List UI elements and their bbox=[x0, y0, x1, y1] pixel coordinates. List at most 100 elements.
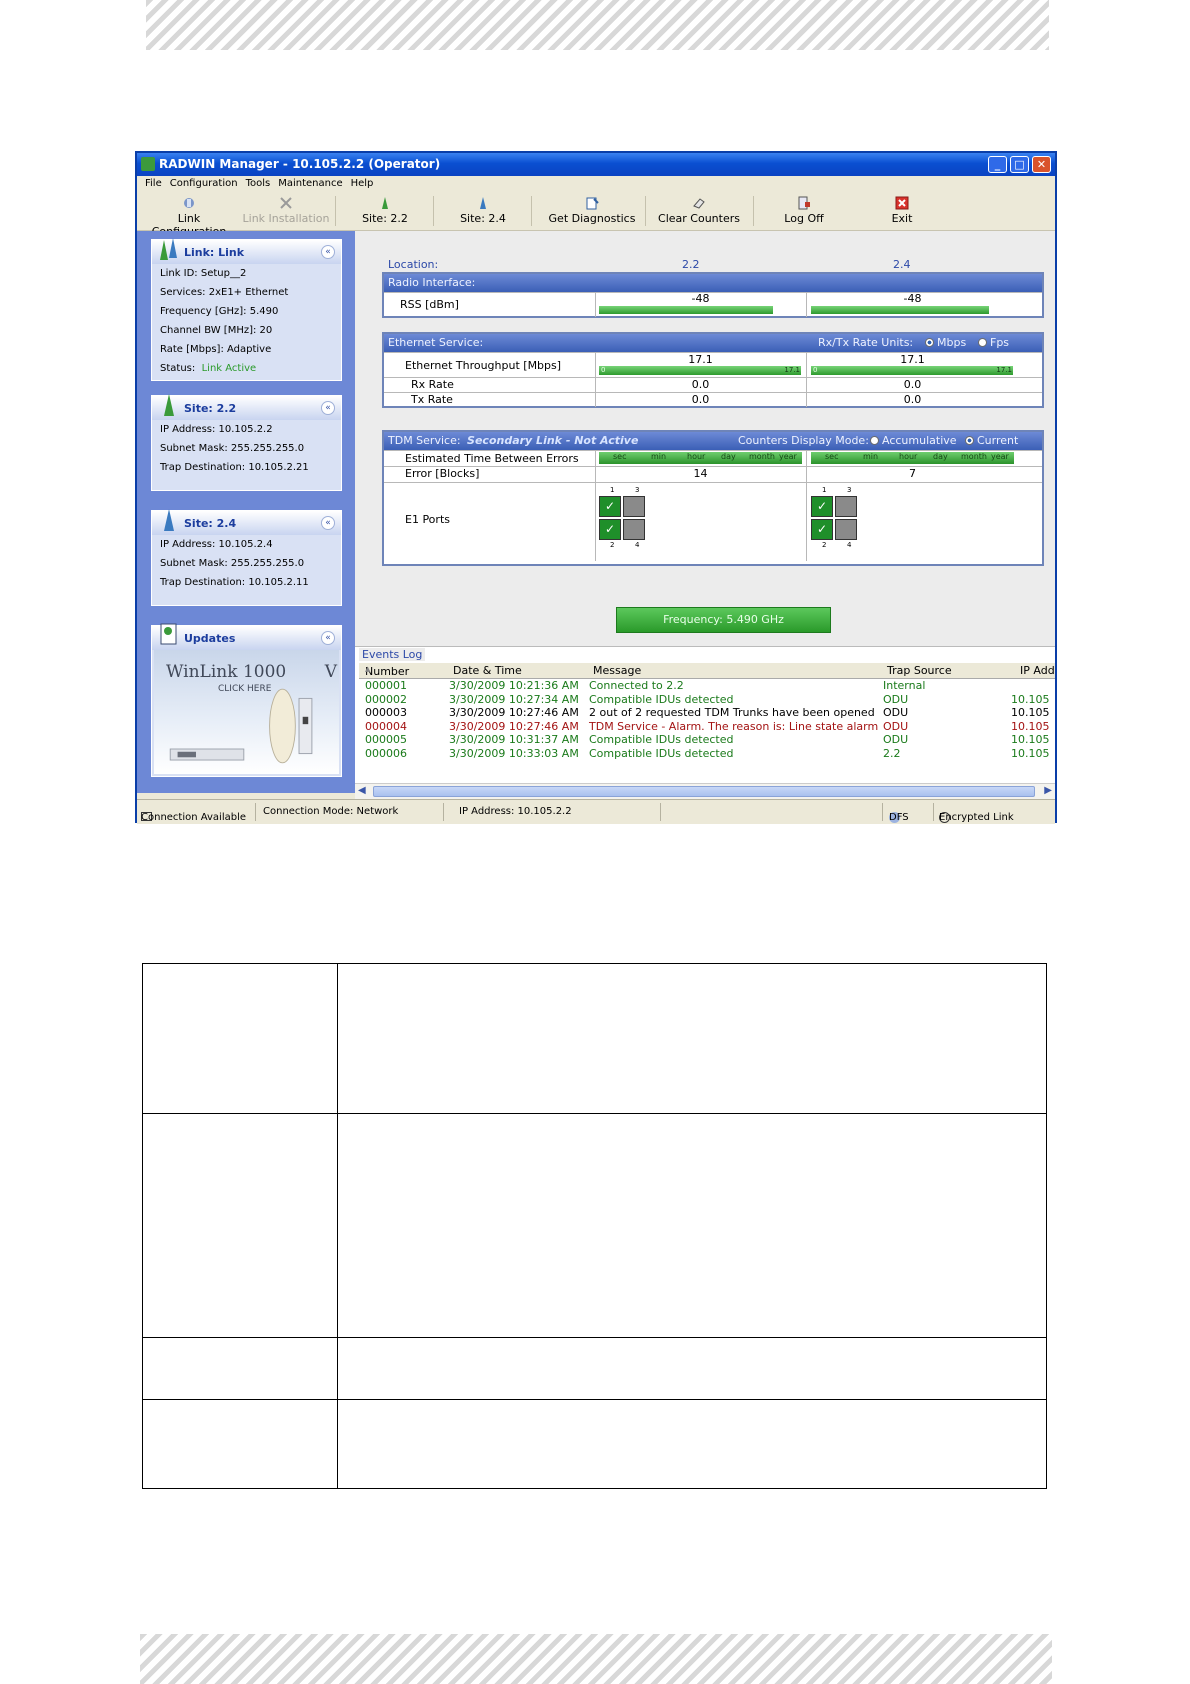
radio-equipment-image bbox=[169, 688, 313, 764]
accumulative-radio-dot bbox=[870, 436, 879, 445]
site-antenna-icon bbox=[480, 197, 486, 209]
e1-ports-site-b: 1 3 ✓ ✓ 2 4 bbox=[807, 483, 1018, 561]
site-2-4-button[interactable]: Site: 2.4 bbox=[435, 192, 531, 230]
site-2-2-trap-row: Trap Destination: 10.105.2.21 bbox=[160, 462, 309, 473]
column-date-time[interactable]: Date & Time bbox=[453, 664, 522, 677]
event-row[interactable]: 000002 3/30/2009 10:27:34 AM Compatible ID… bbox=[359, 693, 1055, 706]
event-source: 2.2 bbox=[883, 746, 901, 760]
throughput-min-b: 0 bbox=[813, 366, 818, 374]
menu-configuration[interactable]: Configuration bbox=[170, 176, 238, 192]
e1-port-3[interactable] bbox=[835, 496, 857, 517]
link-installation-button[interactable]: Link Installation bbox=[241, 192, 331, 230]
exit-icon bbox=[895, 196, 909, 210]
port-label-3: 3 bbox=[635, 486, 640, 494]
e1-port-1[interactable]: ✓ bbox=[599, 496, 621, 517]
link-configuration-button[interactable]: Link Configuration bbox=[139, 192, 239, 238]
column-trap-source[interactable]: Trap Source bbox=[887, 664, 952, 677]
fps-radio-dot bbox=[978, 338, 987, 347]
exit-button[interactable]: Exit bbox=[857, 192, 947, 230]
e1-port-2[interactable]: ✓ bbox=[599, 519, 621, 540]
check-icon: ✓ bbox=[605, 499, 616, 513]
mbps-radio[interactable]: Mbps bbox=[925, 334, 966, 352]
minimize-button[interactable]: _ bbox=[988, 156, 1007, 173]
e1-port-1[interactable]: ✓ bbox=[811, 496, 833, 517]
e1-ports-label: E1 Ports bbox=[405, 513, 450, 526]
close-button[interactable]: ✕ bbox=[1032, 156, 1051, 173]
collapse-icon[interactable]: « bbox=[321, 245, 335, 259]
clear-counters-button[interactable]: Clear Counters bbox=[649, 192, 749, 230]
events-log: Number ▲ Date & Time Message Trap Source… bbox=[355, 646, 1055, 786]
collapse-icon[interactable]: « bbox=[321, 631, 335, 645]
scale-min: min bbox=[651, 452, 667, 461]
throughput-max-b: 17.1 bbox=[996, 366, 1012, 374]
ethernet-service-header: Ethernet Service: Rx/Tx Rate Units: Mbps… bbox=[384, 334, 1042, 352]
tdm-service-title: TDM Service: bbox=[388, 434, 461, 447]
accumulative-radio[interactable]: Accumulative bbox=[870, 432, 957, 450]
updates-panel-header[interactable]: Updates « bbox=[152, 623, 341, 650]
site-2-2-subnet-row: Subnet Mask: 255.255.255.0 bbox=[160, 443, 305, 454]
event-message: Connected to 2.2 bbox=[589, 679, 684, 692]
banner-tail-text: V bbox=[324, 662, 337, 682]
maximize-button[interactable]: □ bbox=[1010, 156, 1029, 173]
menu-file[interactable]: File bbox=[145, 176, 162, 192]
menu-bar: File Configuration Tools Maintenance Help bbox=[137, 176, 1055, 192]
e1-port-4[interactable] bbox=[835, 519, 857, 540]
scale-min: min bbox=[863, 452, 879, 461]
column-ip-address[interactable]: IP Add bbox=[1020, 664, 1055, 677]
event-row[interactable]: 000003 3/30/2009 10:27:46 AM 2 out of 2 re… bbox=[359, 706, 1055, 719]
event-time: 3/30/2009 10:21:36 AM bbox=[449, 679, 579, 692]
event-number: 000004 bbox=[365, 719, 407, 733]
site-2-4-panel-header[interactable]: Site: 2.4 « bbox=[152, 509, 341, 535]
horizontal-scrollbar[interactable]: ◀ ▶ bbox=[355, 783, 1055, 800]
services-row: Services: 2xE1+ Ethernet bbox=[160, 287, 289, 298]
frequency-button[interactable]: Frequency: 5.490 GHz bbox=[616, 607, 831, 633]
link-panel-title: Link: Link bbox=[184, 246, 245, 259]
get-diagnostics-button[interactable]: Get Diagnostics bbox=[543, 192, 641, 230]
channel-bw-row: Channel BW [MHz]: 20 bbox=[160, 325, 273, 336]
event-row[interactable]: 000005 3/30/2009 10:31:37 AM Compatible ID… bbox=[359, 733, 1055, 746]
scale-sec: sec bbox=[613, 452, 627, 461]
tdm-service-header: TDM Service: Secondary Link - Not Active… bbox=[384, 432, 1042, 450]
rate-row: Rate [Mbps]: Adaptive bbox=[160, 344, 272, 355]
menu-help[interactable]: Help bbox=[351, 176, 374, 192]
winlink-banner[interactable]: WinLink 1000 CLICK HERE V bbox=[154, 650, 339, 774]
site-2-4-subnet-row: Subnet Mask: 255.255.255.0 bbox=[160, 558, 305, 569]
tx-rate-b: 0.0 bbox=[903, 393, 922, 406]
collapse-icon[interactable]: « bbox=[321, 401, 335, 415]
collapse-icon[interactable]: « bbox=[321, 516, 335, 530]
throughput-bar-a bbox=[599, 366, 801, 375]
e1-port-4[interactable] bbox=[623, 519, 645, 540]
throughput-value-a: 17.1 bbox=[688, 353, 713, 366]
scale-day: day bbox=[721, 452, 736, 461]
event-number: 000005 bbox=[365, 733, 407, 746]
site-2-2-panel-header[interactable]: Site: 2.2 « bbox=[152, 394, 341, 420]
link-config-icon bbox=[184, 198, 194, 208]
e1-port-2[interactable]: ✓ bbox=[811, 519, 833, 540]
scroll-right-icon[interactable]: ▶ bbox=[1044, 785, 1052, 796]
rss-value-b: -48 bbox=[903, 292, 922, 305]
events-log-title: Events Log bbox=[359, 648, 426, 661]
scale-month: month bbox=[961, 452, 987, 461]
scale-hour: hour bbox=[899, 452, 918, 461]
scroll-left-icon[interactable]: ◀ bbox=[358, 785, 366, 796]
site-2-2-button[interactable]: Site: 2.2 bbox=[337, 192, 433, 230]
log-off-button[interactable]: Log Off bbox=[757, 192, 851, 230]
e1-port-3[interactable] bbox=[623, 496, 645, 517]
scrollbar-thumb[interactable] bbox=[373, 786, 1035, 797]
event-row[interactable]: 000001 3/30/2009 10:21:36 AM Connected to … bbox=[359, 679, 1055, 692]
tdm-service-section: TDM Service: Secondary Link - Not Active… bbox=[382, 430, 1044, 566]
title-bar[interactable]: RADWIN Manager - 10.105.2.2 (Operator) _… bbox=[137, 153, 1055, 176]
header-stripe bbox=[146, 0, 1049, 50]
event-row[interactable]: 000006 3/30/2009 10:33:03 AM Compatible ID… bbox=[359, 747, 1055, 760]
link-panel-header[interactable]: Link: Link « bbox=[152, 238, 341, 264]
current-radio[interactable]: Current bbox=[965, 432, 1018, 450]
fps-radio[interactable]: Fps bbox=[978, 334, 1009, 352]
throughput-min-a: 0 bbox=[601, 366, 606, 374]
event-message: Compatible IDUs detected bbox=[589, 733, 734, 746]
menu-maintenance[interactable]: Maintenance bbox=[278, 176, 342, 192]
updates-panel: Updates « WinLink 1000 CLICK HERE V bbox=[151, 623, 342, 777]
event-row[interactable]: 000004 3/30/2009 10:27:46 AM TDM Service -… bbox=[359, 720, 1055, 733]
column-message[interactable]: Message bbox=[593, 664, 641, 677]
menu-tools[interactable]: Tools bbox=[246, 176, 271, 192]
status-value: Link Active bbox=[201, 363, 257, 374]
